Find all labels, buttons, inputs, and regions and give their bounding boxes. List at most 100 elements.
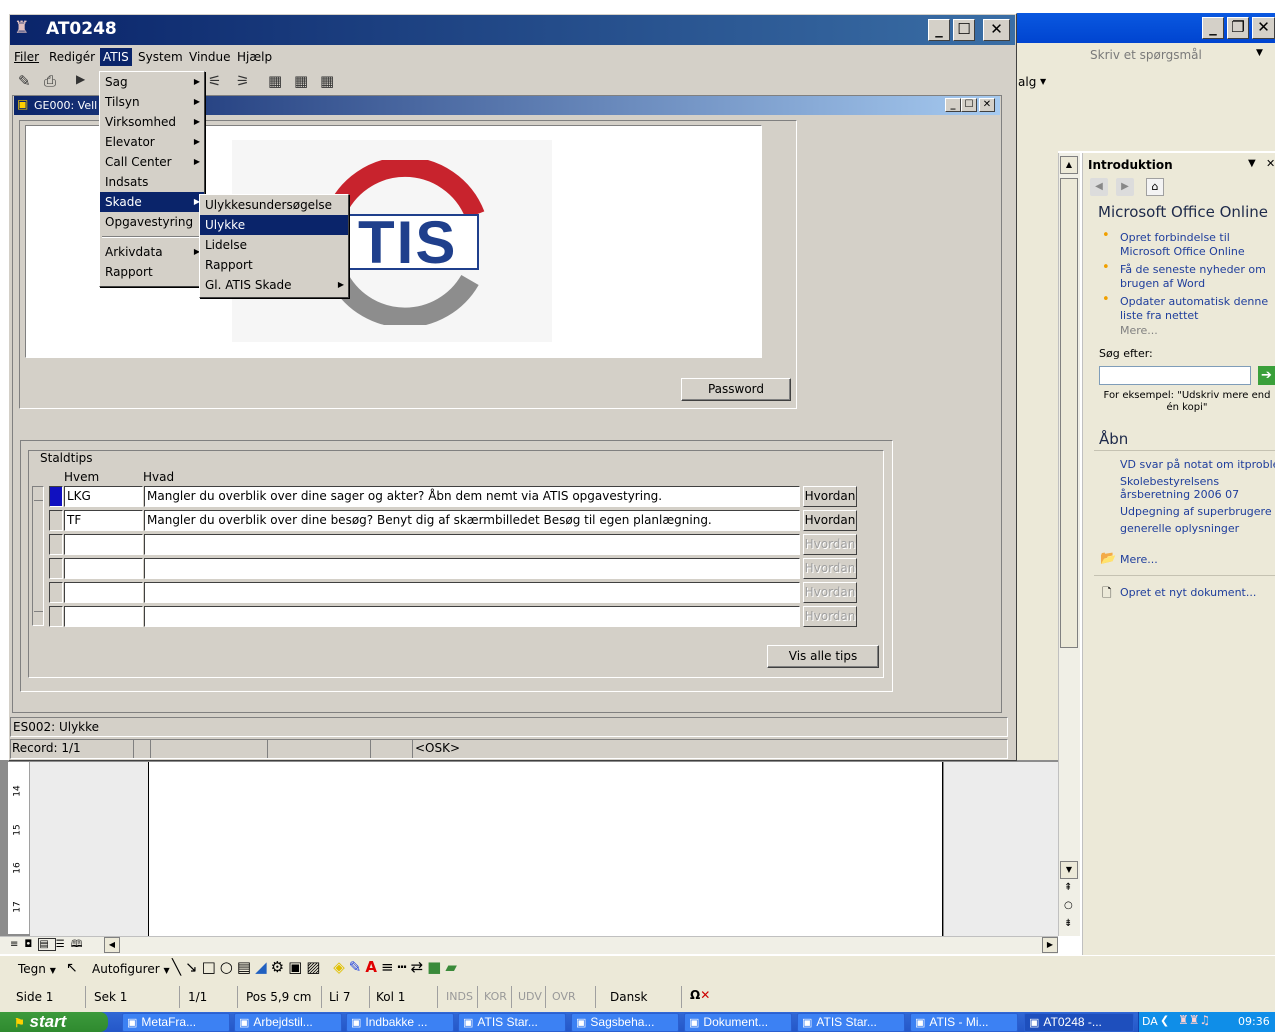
- toolbar-partial-label[interactable]: alg: [1018, 75, 1036, 89]
- menu-item-ulykkesundersøgelse[interactable]: Ulykkesundersøgelse: [200, 195, 348, 215]
- word-page[interactable]: [148, 762, 943, 936]
- menu-item-arkivdata[interactable]: Arkivdata ▶: [100, 242, 204, 262]
- print-icon[interactable]: ⎙: [44, 72, 56, 90]
- menu-rediger[interactable]: Redigér: [49, 50, 95, 64]
- menu-item-lidelse[interactable]: Lidelse: [200, 235, 348, 255]
- taskbar-button[interactable]: ▣ AT0248 -...: [1024, 1013, 1134, 1032]
- menu-item-sag[interactable]: Sag ▶: [100, 72, 204, 92]
- 3d-icon[interactable]: ▰: [445, 958, 461, 976]
- hvem-cell[interactable]: TF: [64, 510, 143, 531]
- row-indicator[interactable]: [49, 534, 63, 555]
- hscroll-left-button[interactable]: ◀: [104, 937, 120, 953]
- dash-style-icon[interactable]: ┅: [398, 958, 411, 976]
- select-pointer-icon[interactable]: ↖: [66, 960, 78, 976]
- hvordan-button[interactable]: Hvordan: [803, 510, 857, 531]
- search-go-button[interactable]: ➔: [1258, 366, 1275, 385]
- wordart-icon[interactable]: ◢: [255, 958, 271, 976]
- recent-doc-link[interactable]: Skolebestyrelsens årsberetning 2006 07: [1120, 475, 1275, 501]
- font-color-icon[interactable]: A: [365, 958, 381, 976]
- status-kor[interactable]: KOR: [478, 986, 512, 1008]
- more-link[interactable]: Mere...: [1120, 324, 1158, 337]
- hvem-cell[interactable]: [64, 534, 143, 555]
- doc-icon-1[interactable]: ▦: [268, 72, 282, 90]
- menu-item-call-center[interactable]: Call Center ▶: [100, 152, 204, 172]
- arrow-icon[interactable]: ↘: [185, 958, 202, 976]
- hvad-cell[interactable]: Mangler du overblik over dine besøg? Ben…: [144, 510, 800, 531]
- menu-item-skade[interactable]: Skade ▶: [100, 192, 204, 212]
- password-button[interactable]: Password: [681, 378, 791, 401]
- menu-item-ulykke[interactable]: Ulykke: [200, 215, 348, 235]
- home-icon[interactable]: ⌂: [1146, 178, 1164, 196]
- menu-hjaelp[interactable]: Hjælp: [237, 50, 272, 64]
- mdi-minimize-button[interactable]: _: [945, 98, 961, 112]
- tray-icons[interactable]: ♜♜♫: [1178, 1013, 1210, 1027]
- word-restore-button[interactable]: ❐: [1227, 17, 1249, 39]
- clipart-icon[interactable]: ▣: [288, 958, 306, 976]
- recent-doc-link[interactable]: VD svar på notat om itproblemer fra TC2: [1120, 458, 1275, 471]
- taskbar-button[interactable]: ▣ ATIS Star...: [797, 1013, 905, 1032]
- line-style-icon[interactable]: ≡: [381, 958, 398, 976]
- menu-atis[interactable]: ATIS: [100, 48, 132, 66]
- prev-page-icon[interactable]: ⇞: [1064, 882, 1072, 893]
- status-ovr[interactable]: OVR: [546, 986, 596, 1008]
- taskbar-button[interactable]: ▣ ATIS Star...: [458, 1013, 566, 1032]
- toolbar-dropdown-icon[interactable]: ▼: [1040, 77, 1046, 86]
- menu-item-indsats[interactable]: Indsats: [100, 172, 204, 192]
- hscroll-right-button[interactable]: ▶: [1042, 937, 1058, 953]
- edit-icon[interactable]: ✎: [18, 72, 31, 90]
- hvem-cell[interactable]: LKG: [64, 486, 143, 507]
- menu-vindue[interactable]: Vindue: [189, 50, 231, 64]
- mdi-restore-button[interactable]: ☐: [961, 98, 977, 112]
- picture-icon[interactable]: ▨: [306, 958, 324, 976]
- taskpane-close-icon[interactable]: ✕: [1266, 157, 1275, 170]
- start-button[interactable]: ⚑ start: [0, 1012, 108, 1032]
- word-close-button[interactable]: ✕: [1252, 17, 1275, 39]
- status-inds[interactable]: INDS: [440, 986, 478, 1008]
- hvem-cell[interactable]: [64, 582, 143, 603]
- taskbar-button[interactable]: ▣ MetaFra...: [122, 1013, 230, 1032]
- close-button[interactable]: ✕: [983, 19, 1010, 41]
- hvad-cell[interactable]: [144, 606, 800, 627]
- web-view-icon[interactable]: ◘: [24, 939, 38, 950]
- word-hscrollbar[interactable]: [0, 936, 1058, 954]
- shadow-icon[interactable]: ■: [427, 958, 445, 976]
- hvordan-button[interactable]: Hvordan: [803, 558, 857, 579]
- browse-object-icon[interactable]: ○: [1064, 900, 1073, 911]
- diagram-icon[interactable]: ⚙: [271, 958, 288, 976]
- textbox-icon[interactable]: ▤: [237, 958, 255, 976]
- hvordan-button[interactable]: Hvordan: [803, 582, 857, 603]
- language-indicator[interactable]: DA: [1142, 1015, 1158, 1028]
- doc-icon-2[interactable]: ▦: [294, 72, 308, 90]
- help-search-input[interactable]: Skriv et spørgsmål: [1090, 46, 1255, 64]
- normal-view-icon[interactable]: ≡: [10, 939, 24, 950]
- more-open-link[interactable]: Mere...: [1120, 553, 1158, 566]
- line-color-icon[interactable]: ✎: [349, 958, 366, 976]
- spelling-status-icon[interactable]: Ω✕: [690, 988, 710, 1002]
- hvad-cell[interactable]: [144, 558, 800, 579]
- menu-system[interactable]: System: [138, 50, 183, 64]
- forward-icon[interactable]: ▶: [1116, 178, 1134, 196]
- taskbar-button[interactable]: ▣ ATIS - Mi...: [910, 1013, 1018, 1032]
- oval-icon[interactable]: ○: [220, 958, 237, 976]
- tray-collapse-icon[interactable]: ❮: [1160, 1014, 1169, 1027]
- new-doc-link[interactable]: Opret et nyt dokument...: [1120, 586, 1256, 599]
- taskpane-search-input[interactable]: [1099, 366, 1251, 385]
- taskbar-button[interactable]: ▣ Sagsbeha...: [571, 1013, 679, 1032]
- row-indicator[interactable]: [49, 606, 63, 627]
- menu-item-tilsyn[interactable]: Tilsyn ▶: [100, 92, 204, 112]
- vis-alle-tips-button[interactable]: Vis alle tips: [767, 645, 879, 668]
- fill-color-icon[interactable]: ◈: [333, 958, 349, 976]
- row-indicator[interactable]: [49, 510, 63, 531]
- hvad-cell[interactable]: Mangler du overblik over dine sager og a…: [144, 486, 800, 507]
- line-icon[interactable]: ╲: [172, 958, 185, 976]
- row-indicator[interactable]: [49, 486, 63, 507]
- recent-doc-link[interactable]: Udpegning af superbrugere: [1120, 505, 1275, 518]
- autoshapes-menu[interactable]: Autofigurer ▼: [92, 962, 170, 976]
- doc-icon-3[interactable]: ▦: [320, 72, 334, 90]
- query-icon[interactable]: ⚟: [208, 72, 221, 90]
- menu-item-elevator[interactable]: Elevator ▶: [100, 132, 204, 152]
- next-page-icon[interactable]: ⇟: [1064, 918, 1072, 929]
- query-run-icon[interactable]: ⚞: [236, 72, 249, 90]
- print-view-icon[interactable]: ▤: [38, 938, 56, 951]
- help-dropdown-icon[interactable]: ▼: [1256, 48, 1263, 58]
